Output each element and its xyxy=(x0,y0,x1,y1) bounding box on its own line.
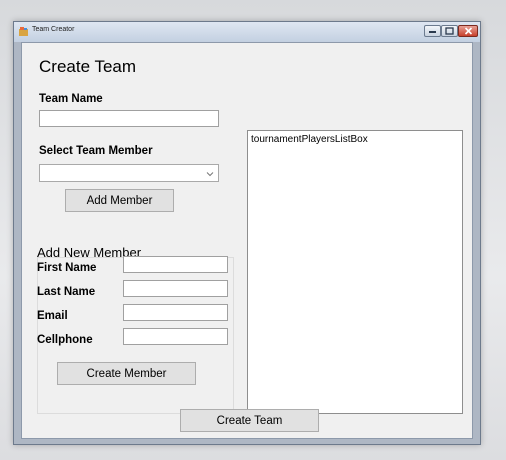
maximize-icon xyxy=(445,27,454,35)
chevron-down-icon xyxy=(206,172,214,177)
cellphone-input[interactable] xyxy=(123,328,228,345)
minimize-icon xyxy=(429,31,436,33)
cellphone-label: Cellphone xyxy=(37,334,93,346)
close-button[interactable] xyxy=(458,25,478,37)
email-label: Email xyxy=(37,310,68,322)
close-icon xyxy=(464,27,472,35)
team-name-label: Team Name xyxy=(39,93,103,105)
create-member-button[interactable]: Create Member xyxy=(57,362,196,385)
app-icon xyxy=(19,27,28,36)
minimize-button[interactable] xyxy=(424,25,441,37)
team-name-input[interactable] xyxy=(39,110,219,127)
page-title: Create Team xyxy=(39,57,137,76)
window-title: Team Creator xyxy=(32,26,75,33)
title-bar[interactable]: Team Creator xyxy=(14,22,480,42)
maximize-button[interactable] xyxy=(441,25,458,37)
tournament-players-listbox[interactable]: tournamentPlayersListBox xyxy=(247,130,463,414)
last-name-input[interactable] xyxy=(123,280,228,297)
list-item[interactable]: tournamentPlayersListBox xyxy=(251,134,368,145)
last-name-label: Last Name xyxy=(37,286,96,298)
email-input[interactable] xyxy=(123,304,228,321)
team-creator-window: Team Creator Create Team Team Name Selec… xyxy=(13,21,481,445)
select-team-member-dropdown[interactable] xyxy=(39,164,219,182)
form-client-area: Create Team Team Name Select Team Member… xyxy=(21,42,473,439)
first-name-label: First Name xyxy=(37,262,97,274)
select-team-member-label: Select Team Member xyxy=(39,145,153,157)
add-member-button[interactable]: Add Member xyxy=(65,189,174,212)
create-team-button[interactable]: Create Team xyxy=(180,409,319,432)
first-name-input[interactable] xyxy=(123,256,228,273)
